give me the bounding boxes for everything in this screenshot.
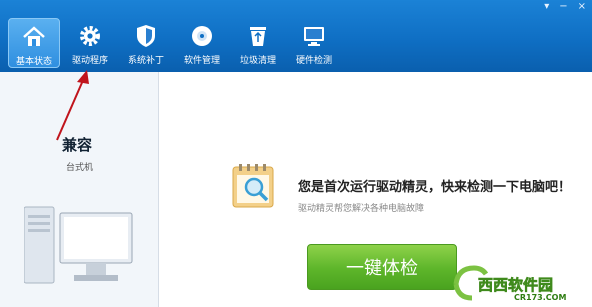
annotation-arrow <box>56 70 89 141</box>
first-run-headline: 您是首次运行驱动精灵，快来检测一下电脑吧！ <box>298 180 572 195</box>
calendar-search-icon <box>232 164 274 208</box>
watermark-text: 西西软件园 <box>478 276 553 294</box>
site-watermark-logo: 西西软件园 CR173.COM <box>453 265 566 302</box>
watermark-site: CR173.COM <box>514 293 566 302</box>
first-run-subline: 驱动精灵帮您解决各种电脑故障 <box>298 204 425 214</box>
one-click-check-button[interactable]: 一键体检 <box>307 244 457 290</box>
